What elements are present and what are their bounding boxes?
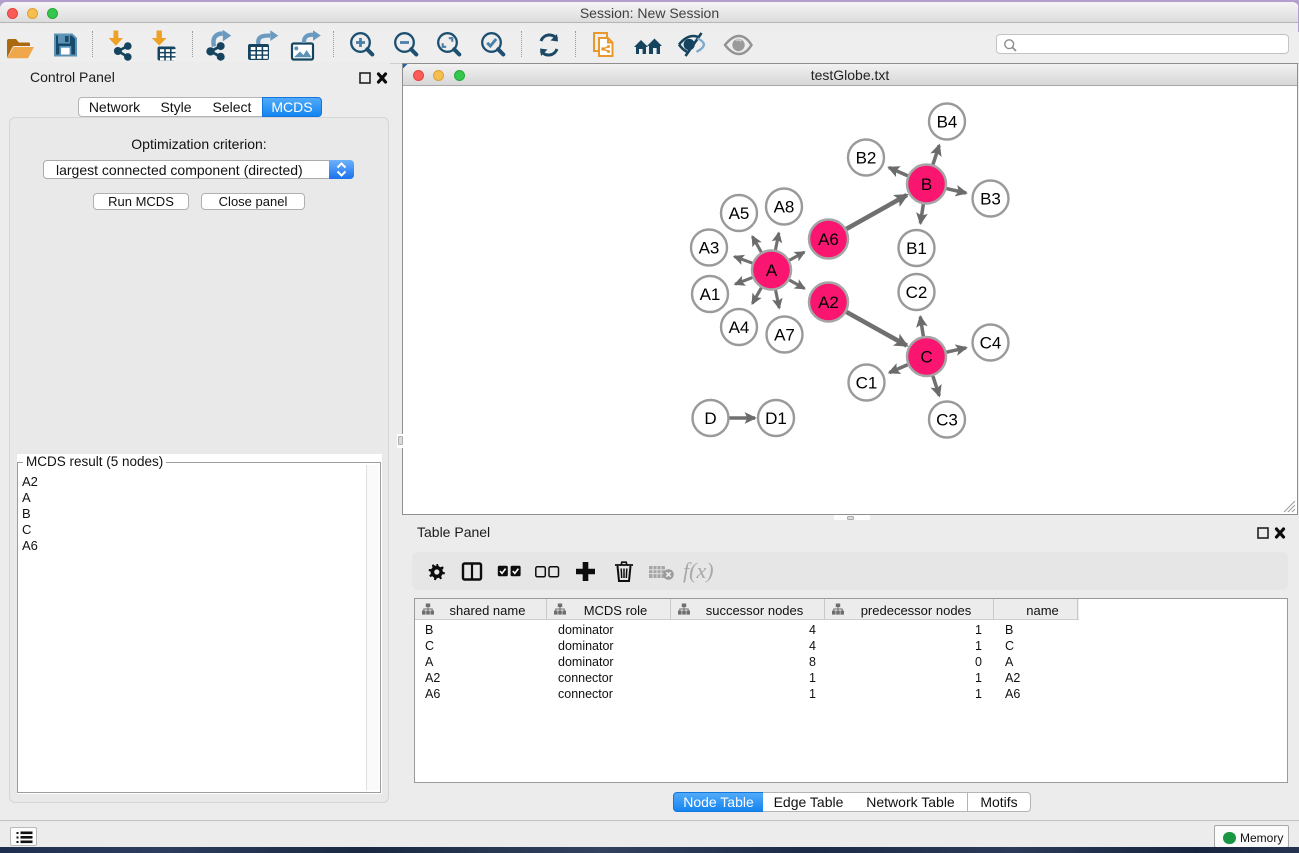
svg-text:B4: B4 bbox=[937, 113, 958, 132]
svg-text:A3: A3 bbox=[699, 239, 720, 258]
svg-text:A1: A1 bbox=[700, 285, 721, 304]
svg-text:A: A bbox=[766, 261, 778, 280]
svg-text:C3: C3 bbox=[936, 411, 958, 430]
svg-text:B1: B1 bbox=[906, 239, 927, 258]
svg-text:D: D bbox=[704, 409, 716, 428]
svg-text:B: B bbox=[921, 175, 932, 194]
svg-text:A7: A7 bbox=[774, 326, 795, 345]
svg-text:A5: A5 bbox=[729, 204, 750, 223]
svg-text:C4: C4 bbox=[980, 334, 1002, 353]
svg-text:B3: B3 bbox=[980, 190, 1001, 209]
svg-text:C1: C1 bbox=[856, 374, 878, 393]
svg-text:A8: A8 bbox=[774, 198, 795, 217]
svg-text:A2: A2 bbox=[818, 293, 839, 312]
svg-text:D1: D1 bbox=[765, 409, 787, 428]
svg-text:C: C bbox=[920, 348, 932, 367]
svg-text:C2: C2 bbox=[906, 283, 928, 302]
svg-text:B2: B2 bbox=[856, 149, 877, 168]
svg-text:A4: A4 bbox=[729, 318, 750, 337]
svg-text:A6: A6 bbox=[818, 230, 839, 249]
